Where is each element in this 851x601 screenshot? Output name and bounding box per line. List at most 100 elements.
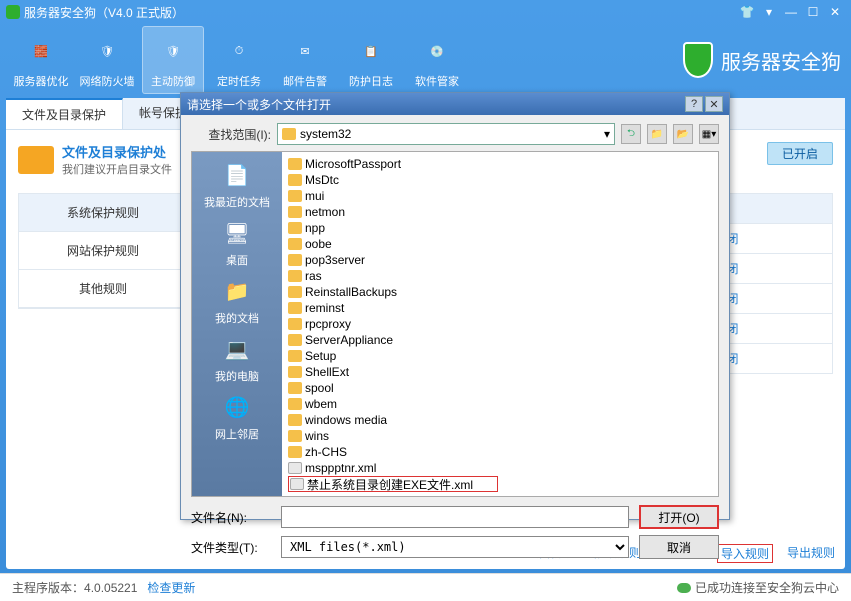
- file-open-dialog: 请选择一个或多个文件打开 ? ✕ 查找范围(I): system32 ▾ ⮌ 📁…: [180, 92, 730, 520]
- file-item[interactable]: ServerAppliance: [288, 332, 488, 348]
- filename-label: 文件名(N):: [191, 509, 271, 526]
- folder-icon: [288, 222, 302, 234]
- file-item[interactable]: reminst: [288, 300, 488, 316]
- cancel-button[interactable]: 取消: [639, 535, 719, 559]
- lookin-label: 查找范围(I):: [191, 126, 271, 143]
- filetype-label: 文件类型(T):: [191, 539, 271, 556]
- nav-item-2[interactable]: 其他规则: [19, 270, 187, 308]
- place-2[interactable]: 📁我的文档: [197, 272, 277, 328]
- enabled-pill[interactable]: 已开启: [767, 142, 833, 165]
- cloud-status: 已成功连接至安全狗云中心: [677, 579, 839, 596]
- back-button[interactable]: ⮌: [621, 124, 641, 144]
- dialog-close-button[interactable]: ✕: [705, 96, 723, 112]
- toolbar-icon: 🛡: [87, 31, 127, 71]
- minimize-button[interactable]: —: [781, 3, 801, 21]
- file-item[interactable]: ShellExt: [288, 364, 488, 380]
- place-0[interactable]: 📄我最近的文档: [197, 156, 277, 212]
- check-update-link[interactable]: 检查更新: [147, 579, 195, 596]
- action-导出规则[interactable]: 导出规则: [787, 544, 835, 563]
- filename-input[interactable]: [281, 506, 629, 528]
- open-button[interactable]: 打开(O): [639, 505, 719, 529]
- toolbar-icon: 🧱: [21, 31, 61, 71]
- toolbar-防护日志[interactable]: 📋防护日志: [340, 26, 402, 94]
- views-button[interactable]: ▦▾: [699, 124, 719, 144]
- lookin-combo[interactable]: system32 ▾: [277, 123, 615, 145]
- file-item[interactable]: ReinstallBackups: [288, 284, 488, 300]
- folder-icon: [288, 158, 302, 170]
- place-icon: 💻: [220, 332, 254, 366]
- action-导入规则[interactable]: 导入规则: [717, 544, 773, 563]
- folder-icon: [18, 146, 54, 174]
- main-toolbar: 🧱服务器优化🛡网络防火墙🛡主动防御⏱定时任务✉邮件告警📋防护日志💿软件管家 服务器…: [0, 24, 851, 96]
- version-label: 主程序版本：: [12, 579, 84, 596]
- file-item[interactable]: zh-CHS: [288, 444, 488, 460]
- toolbar-icon: ⏱: [219, 31, 259, 71]
- dialog-titlebar: 请选择一个或多个文件打开 ? ✕: [181, 93, 729, 115]
- dialog-help-button[interactable]: ?: [685, 96, 703, 112]
- file-item[interactable]: wins: [288, 428, 488, 444]
- toolbar-邮件告警[interactable]: ✉邮件告警: [274, 26, 336, 94]
- newfolder-button[interactable]: 📂: [673, 124, 693, 144]
- file-item[interactable]: ras: [288, 268, 488, 284]
- folder-icon: [288, 446, 302, 458]
- rule-category-nav: 系统保护规则网站保护规则其他规则: [18, 193, 188, 309]
- file-item[interactable]: wbem: [288, 396, 488, 412]
- xml-file-icon: [290, 478, 304, 490]
- titlebar: 服务器安全狗（V4.0 正式版） 👕 ▾ — ☐ ✕: [0, 0, 851, 24]
- brand: 服务器安全狗: [683, 42, 841, 78]
- file-item[interactable]: MicrosoftPassport: [288, 156, 488, 172]
- file-item[interactable]: mui: [288, 188, 488, 204]
- status-bar: 主程序版本： 4.0.05221 检查更新 已成功连接至安全狗云中心: [0, 573, 851, 601]
- up-button[interactable]: 📁: [647, 124, 667, 144]
- folder-icon: [288, 334, 302, 346]
- file-item[interactable]: npp: [288, 220, 488, 236]
- folder-icon: [288, 318, 302, 330]
- folder-icon: [288, 414, 302, 426]
- file-list[interactable]: MicrosoftPassportMsDtcmuinetmonnppoobepo…: [282, 152, 718, 496]
- brand-icon: [683, 42, 713, 78]
- places-bar: 📄我最近的文档🖥桌面📁我的文档💻我的电脑🌐网上邻居: [192, 152, 282, 496]
- toolbar-网络防火墙[interactable]: 🛡网络防火墙: [76, 26, 138, 94]
- skin-button[interactable]: 👕: [737, 3, 757, 21]
- file-item[interactable]: windows media: [288, 412, 488, 428]
- menu-button[interactable]: ▾: [759, 3, 779, 21]
- folder-icon: [288, 350, 302, 362]
- toolbar-icon: 💿: [417, 31, 457, 71]
- folder-icon: [288, 286, 302, 298]
- folder-icon: [288, 270, 302, 282]
- folder-icon: [288, 430, 302, 442]
- file-item[interactable]: netmon: [288, 204, 488, 220]
- file-item[interactable]: 禁止系统目录创建EXE文件.xml: [288, 476, 498, 492]
- place-3[interactable]: 💻我的电脑: [197, 330, 277, 386]
- file-item[interactable]: rpcproxy: [288, 316, 488, 332]
- folder-icon: [288, 206, 302, 218]
- folder-icon: [288, 302, 302, 314]
- nav-item-0[interactable]: 系统保护规则: [19, 194, 187, 232]
- tab-0[interactable]: 文件及目录保护: [6, 98, 123, 129]
- place-1[interactable]: 🖥桌面: [197, 214, 277, 270]
- filetype-combo[interactable]: XML files(*.xml): [281, 536, 629, 558]
- file-item[interactable]: MsDtc: [288, 172, 488, 188]
- toolbar-定时任务[interactable]: ⏱定时任务: [208, 26, 270, 94]
- xml-file-icon: [288, 462, 302, 474]
- folder-icon: [288, 366, 302, 378]
- close-button[interactable]: ✕: [825, 3, 845, 21]
- toolbar-icon: 📋: [351, 31, 391, 71]
- toolbar-软件管家[interactable]: 💿软件管家: [406, 26, 468, 94]
- file-item[interactable]: spool: [288, 380, 488, 396]
- file-item[interactable]: Setup: [288, 348, 488, 364]
- folder-icon: [288, 254, 302, 266]
- toolbar-服务器优化[interactable]: 🧱服务器优化: [10, 26, 72, 94]
- folder-icon: [288, 190, 302, 202]
- place-icon: 🖥: [220, 216, 254, 250]
- toolbar-icon: 🛡: [153, 31, 193, 71]
- place-4[interactable]: 🌐网上邻居: [197, 388, 277, 444]
- file-item[interactable]: oobe: [288, 236, 488, 252]
- toolbar-主动防御[interactable]: 🛡主动防御: [142, 26, 204, 94]
- file-item[interactable]: msppptnr.xml: [288, 460, 488, 476]
- nav-item-1[interactable]: 网站保护规则: [19, 232, 187, 270]
- file-item[interactable]: pop3server: [288, 252, 488, 268]
- place-icon: 🌐: [220, 390, 254, 424]
- section-title: 文件及目录保护处: [62, 142, 172, 161]
- maximize-button[interactable]: ☐: [803, 3, 823, 21]
